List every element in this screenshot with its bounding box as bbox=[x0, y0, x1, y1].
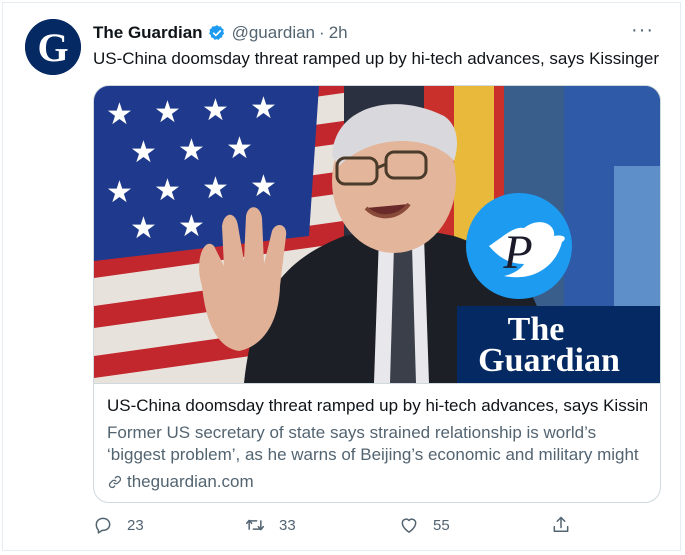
link-card[interactable]: ★ ★ ★ ★ ★ ★ ★ ★ ★ ★ ★ ★ ★ P The Guardian… bbox=[93, 85, 661, 503]
avatar[interactable]: G bbox=[25, 19, 81, 75]
share-icon bbox=[553, 516, 569, 532]
avatar-letter: G bbox=[37, 25, 68, 70]
card-domain-text: theguardian.com bbox=[127, 472, 254, 491]
image-logo-line2: Guardian bbox=[478, 342, 620, 379]
like-count: 55 bbox=[433, 516, 450, 534]
svg-text:★: ★ bbox=[106, 97, 133, 132]
link-icon bbox=[108, 475, 122, 489]
card-info[interactable]: US-China doomsday threat ramped up by hi… bbox=[94, 383, 660, 502]
action-bar: 23 33 55 bbox=[93, 515, 583, 541]
reply-icon bbox=[95, 517, 111, 534]
tweet-header: The Guardian @guardian · 2h ··· bbox=[93, 19, 660, 45]
share-button[interactable] bbox=[551, 515, 585, 535]
image-watermark-letter: P bbox=[502, 226, 532, 279]
verified-badge-icon bbox=[208, 24, 226, 42]
retweet-count: 33 bbox=[279, 516, 296, 534]
card-domain: theguardian.com bbox=[107, 472, 647, 492]
like-icon bbox=[401, 518, 417, 533]
svg-text:★: ★ bbox=[178, 133, 205, 168]
handle[interactable]: @guardian bbox=[232, 23, 315, 43]
separator-dot: · bbox=[319, 23, 325, 42]
retweet-button[interactable]: 33 bbox=[245, 515, 296, 535]
more-icon[interactable]: ··· bbox=[631, 19, 654, 42]
timestamp[interactable]: 2h bbox=[329, 23, 348, 43]
tweet-text: US-China doomsday threat ramped up by hi… bbox=[93, 49, 660, 68]
tweet-container[interactable]: G The Guardian @guardian · 2h ··· US-Chi… bbox=[2, 2, 681, 551]
card-image[interactable]: ★ ★ ★ ★ ★ ★ ★ ★ ★ ★ ★ ★ ★ P The Guardian bbox=[94, 86, 660, 383]
like-button[interactable]: 55 bbox=[399, 515, 450, 535]
display-name[interactable]: The Guardian bbox=[93, 23, 203, 43]
svg-text:★: ★ bbox=[130, 135, 157, 170]
svg-text:★: ★ bbox=[154, 95, 181, 130]
reply-count: 23 bbox=[127, 516, 144, 534]
reply-button[interactable]: 23 bbox=[93, 515, 144, 535]
svg-text:★: ★ bbox=[130, 211, 157, 246]
svg-text:★: ★ bbox=[178, 209, 205, 244]
svg-text:★: ★ bbox=[154, 173, 181, 208]
retweet-icon bbox=[245, 519, 265, 531]
card-title: US-China doomsday threat ramped up by hi… bbox=[107, 396, 647, 415]
card-description: Former US secretary of state says strain… bbox=[107, 423, 639, 464]
svg-text:★: ★ bbox=[226, 131, 253, 166]
svg-text:★: ★ bbox=[106, 175, 133, 210]
svg-text:★: ★ bbox=[250, 169, 277, 204]
svg-text:★: ★ bbox=[202, 93, 229, 128]
svg-text:★: ★ bbox=[202, 171, 229, 206]
svg-text:★: ★ bbox=[250, 91, 277, 126]
